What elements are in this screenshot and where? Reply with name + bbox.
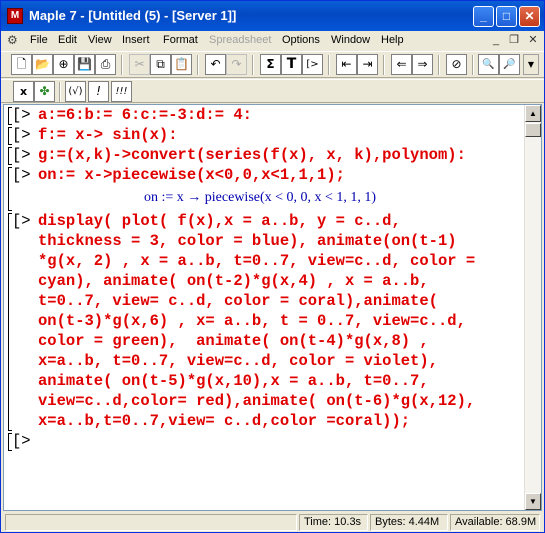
- vertical-scrollbar[interactable]: ▲ ▼: [524, 105, 541, 510]
- display-line: view=c..d,color= red),animate( on(t-6)*g…: [38, 392, 476, 410]
- empty-prompt[interactable]: [>: [12, 431, 31, 451]
- input-prompt: [>: [12, 166, 31, 184]
- document-icon[interactable]: ⚙: [7, 33, 21, 47]
- context-x-button[interactable]: x: [13, 81, 34, 102]
- toolbar-separator: [252, 55, 254, 75]
- status-time: Time: 10.3s: [299, 514, 368, 531]
- open-icon[interactable]: 📂: [32, 54, 53, 75]
- menu-options[interactable]: Options: [282, 34, 320, 46]
- input-line[interactable]: a:=6:b:= 6:c:=-3:d:= 4:: [38, 105, 252, 125]
- print-icon[interactable]: ⎙: [95, 54, 116, 75]
- context-bang-button[interactable]: !: [88, 81, 109, 102]
- copy-icon[interactable]: ⧉: [150, 54, 171, 75]
- insert-prompt-icon[interactable]: [>: [302, 54, 323, 75]
- outdent-icon[interactable]: ⇥: [357, 54, 378, 75]
- display-line: x=a..b, t=0..7, view=c..d, color = viole…: [38, 352, 438, 370]
- window-title: Maple 7 - [Untitled (5) - [Server 1]]: [29, 8, 237, 23]
- menu-format[interactable]: Format: [163, 34, 198, 46]
- zoom-out-icon[interactable]: 🔎: [499, 54, 520, 75]
- undo-icon[interactable]: ↶: [205, 54, 226, 75]
- menu-window[interactable]: Window: [331, 34, 370, 46]
- doc-minimize-icon[interactable]: _: [488, 33, 504, 47]
- maple-app-icon[interactable]: M: [7, 8, 23, 24]
- maple-leaf-icon[interactable]: ✤: [34, 81, 55, 102]
- context-parens-button[interactable]: (√): [65, 81, 86, 102]
- menu-help[interactable]: Help: [381, 34, 404, 46]
- display-line: display( plot( f(x),x = a..b, y = c..d,: [38, 212, 401, 230]
- toolbar-separator: [59, 82, 61, 102]
- main-toolbar: 🗋 📂 ⊕ 💾 ⎙ ✂ ⧉ 📋 ↶ ↷ Σ T [> ⇤ ⇥ ⇐ ⇒ ⊘ 🔍 🔎…: [1, 51, 544, 78]
- context-bangs-button[interactable]: !!!: [111, 81, 132, 102]
- paste-icon[interactable]: 📋: [171, 54, 192, 75]
- toolbar-separator: [472, 55, 474, 75]
- display-line: *g(x, 2) , x = a..b, t=0..7, view=c..d, …: [38, 252, 476, 270]
- display-line: thickness = 3, color = blue), animate(on…: [38, 232, 457, 250]
- input-prompt: [>: [12, 126, 31, 144]
- toolbar-separator: [121, 55, 123, 75]
- status-bytes: Bytes: 4.44M: [370, 514, 448, 531]
- menu-file[interactable]: File: [30, 34, 48, 46]
- new-icon[interactable]: 🗋: [11, 54, 32, 75]
- display-line: cyan), animate( on(t-2)*g(x,4) , x = a..…: [38, 272, 429, 290]
- zoom-in-icon[interactable]: 🔍: [478, 54, 499, 75]
- maximize-button[interactable]: □: [496, 6, 517, 27]
- output-expression: on := x → piecewise(x < 0, 0, x < 1, 1, …: [144, 190, 377, 205]
- input-line[interactable]: on:= x->piecewise(x<0,0,x<1,1,1);: [38, 165, 345, 185]
- input-prompt: [>: [12, 146, 31, 164]
- toolbar-separator: [328, 55, 330, 75]
- maple-window: M Maple 7 - [Untitled (5) - [Server 1]] …: [0, 0, 545, 533]
- display-line: t=0..7, view= c..d, color = coral),anima…: [38, 292, 438, 310]
- back-icon[interactable]: ⇐: [391, 54, 412, 75]
- worksheet[interactable]: [> a:=6:b:= 6:c:=-3:d:= 4: [> f:= x-> si…: [3, 104, 542, 511]
- status-message: [5, 514, 297, 531]
- forward-icon[interactable]: ⇒: [412, 54, 433, 75]
- scroll-thumb[interactable]: [525, 123, 541, 137]
- indent-icon[interactable]: ⇤: [336, 54, 357, 75]
- cut-icon[interactable]: ✂: [129, 54, 150, 75]
- display-line: color = green), animate( on(t-4)*g(x,8) …: [38, 332, 429, 350]
- minimize-button[interactable]: _: [473, 6, 494, 27]
- insert-text-icon[interactable]: T: [281, 54, 302, 75]
- menu-bar: ⚙ File Edit View Insert Format Spreadshe…: [1, 31, 544, 50]
- input-prompt: [>: [12, 106, 31, 124]
- input-line[interactable]: g:=(x,k)->convert(series(f(x), x, k),pol…: [38, 145, 466, 165]
- toolbar-separator: [197, 55, 199, 75]
- context-toolbar: x ✤ (√) ! !!!: [1, 79, 544, 103]
- doc-close-icon[interactable]: ✕: [525, 33, 541, 47]
- redo-icon[interactable]: ↷: [226, 54, 247, 75]
- scroll-down-icon[interactable]: ▼: [525, 493, 541, 510]
- display-line: animate( on(t-5)*g(x,10),x = a..b, t=0..…: [38, 372, 429, 390]
- toolbar-separator: [383, 55, 385, 75]
- display-line: on(t-3)*g(x,6) , x= a..b, t = 0..7, view…: [38, 312, 466, 330]
- title-bar[interactable]: M Maple 7 - [Untitled (5) - [Server 1]] …: [1, 1, 544, 31]
- menu-spreadsheet: Spreadsheet: [209, 34, 272, 46]
- open-url-icon[interactable]: ⊕: [53, 54, 74, 75]
- insert-math-icon[interactable]: Σ: [260, 54, 281, 75]
- display-line: x=a..b,t=0..7,view= c..d,color =coral));: [38, 412, 411, 430]
- group-bracket: [8, 213, 12, 431]
- status-bar: Time: 10.3s Bytes: 4.44M Available: 68.9…: [1, 512, 544, 532]
- close-button[interactable]: ✕: [519, 6, 540, 27]
- menu-edit[interactable]: Edit: [58, 34, 77, 46]
- scroll-up-icon[interactable]: ▲: [525, 105, 541, 122]
- doc-restore-icon[interactable]: ❐: [506, 33, 522, 47]
- menu-view[interactable]: View: [88, 34, 112, 46]
- toolbar-separator: [438, 55, 440, 75]
- input-prompt: [>: [12, 212, 31, 230]
- status-available: Available: 68.9M: [450, 514, 540, 531]
- save-icon[interactable]: 💾: [74, 54, 95, 75]
- stop-icon[interactable]: ⊘: [446, 54, 467, 75]
- input-line[interactable]: f:= x-> sin(x):: [38, 125, 178, 145]
- menu-insert[interactable]: Insert: [122, 34, 150, 46]
- toolbar-overflow-icon[interactable]: ▼: [523, 54, 539, 75]
